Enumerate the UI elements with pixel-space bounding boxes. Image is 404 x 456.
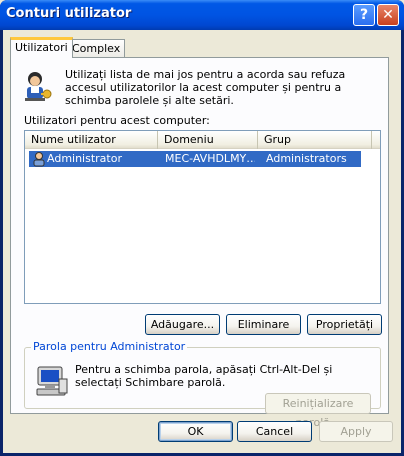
cell-group: Administrators bbox=[266, 152, 347, 165]
tab-utilizatori[interactable]: Utilizatori bbox=[10, 37, 73, 58]
column-header-domain[interactable]: Domeniu bbox=[158, 131, 258, 149]
computer-icon bbox=[36, 366, 68, 396]
window-title: Conturi utilizator bbox=[6, 6, 132, 21]
dialog-client: Utilizatori Complex Utilizați lista de m… bbox=[3, 30, 401, 453]
cell-name: Administrator bbox=[47, 152, 122, 165]
help-button[interactable]: ? bbox=[353, 4, 375, 26]
reset-password-button[interactable]: Reinițializare parolă... bbox=[265, 393, 371, 429]
users-list-label: Utilizatori pentru acest computer: bbox=[24, 114, 210, 127]
tab-complex[interactable]: Complex bbox=[67, 39, 126, 57]
intro-text: Utilizați lista de mai jos pentru a acor… bbox=[65, 68, 346, 107]
users-keys-icon bbox=[25, 72, 52, 101]
cancel-button[interactable]: Cancel bbox=[237, 421, 312, 442]
password-help-text: Pentru a schimba parola, apăsați Ctrl-Al… bbox=[75, 363, 333, 389]
remove-button[interactable]: Eliminare bbox=[226, 314, 301, 335]
table-row[interactable]: Administrator MEC-AVHDLMY… Administrator… bbox=[29, 151, 361, 167]
dialog-window: Conturi utilizator ? ✕ Utilizatori Compl… bbox=[0, 0, 404, 456]
tab-panel: Utilizați lista de mai jos pentru a acor… bbox=[10, 57, 389, 429]
close-button[interactable]: ✕ bbox=[377, 4, 399, 26]
add-button[interactable]: Adăugare... bbox=[145, 314, 220, 335]
column-header-group[interactable]: Grup bbox=[258, 131, 372, 149]
users-listview[interactable]: Nume utilizator Domeniu Grup Administrat… bbox=[24, 130, 381, 304]
user-icon bbox=[33, 152, 45, 167]
properties-button[interactable]: Proprietăți bbox=[307, 314, 382, 335]
title-bar[interactable]: Conturi utilizator ? ✕ bbox=[0, 0, 404, 30]
apply-button[interactable]: Apply bbox=[319, 421, 393, 442]
column-header-name[interactable]: Nume utilizator bbox=[25, 131, 158, 149]
listview-header: Nume utilizator Domeniu Grup bbox=[25, 131, 380, 149]
cell-domain: MEC-AVHDLMY… bbox=[165, 152, 255, 165]
password-group-legend: Parola pentru Administrator bbox=[31, 340, 188, 353]
ok-button[interactable]: OK bbox=[158, 421, 233, 442]
